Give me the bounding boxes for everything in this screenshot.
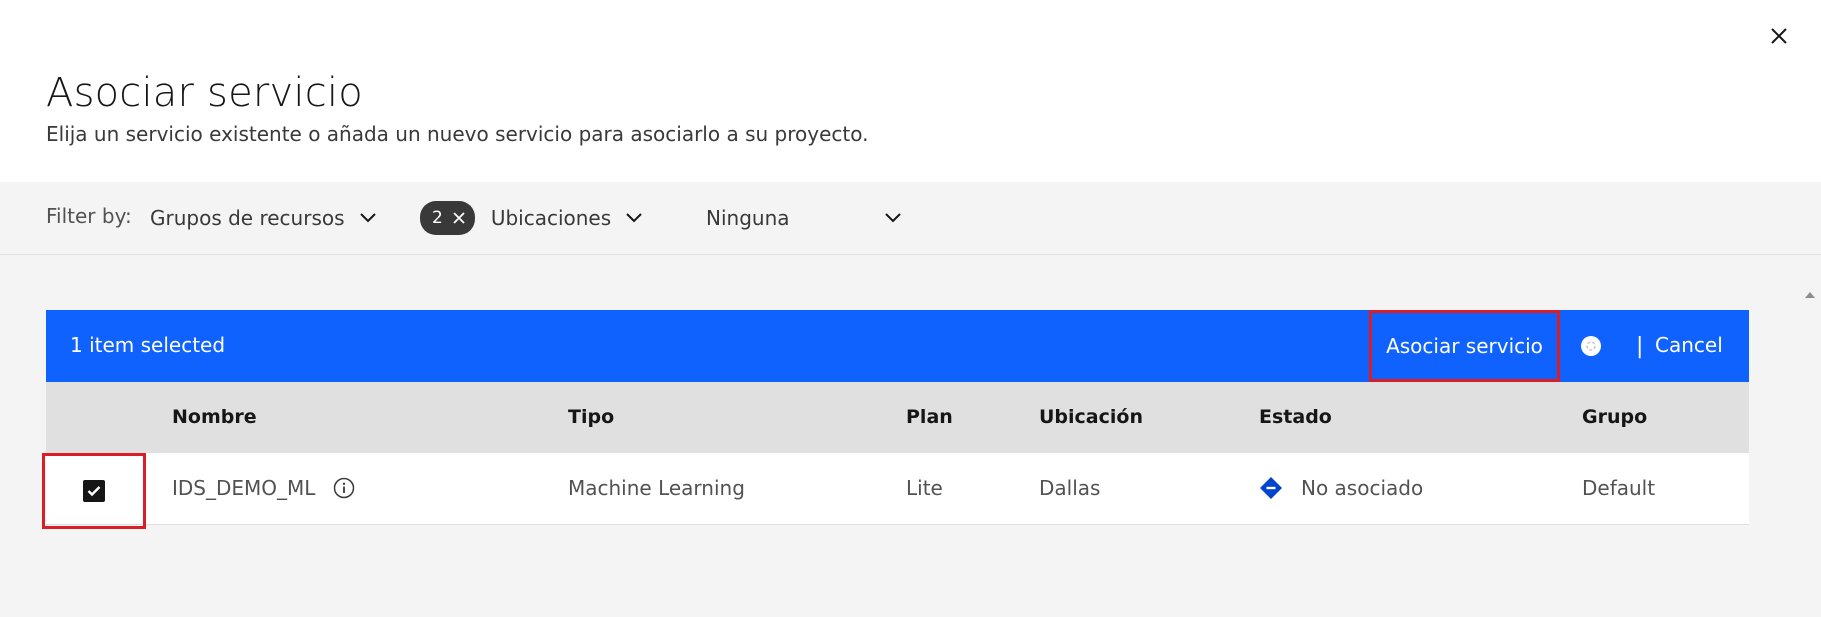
loading-icon [1581,336,1601,356]
checkbox-checked-icon [83,480,105,502]
row-select-checkbox[interactable] [42,453,146,529]
service-name: IDS_DEMO_ML [172,476,316,500]
chevron-down-icon [625,212,643,224]
dialog-title: Asociar servicio [46,70,363,116]
resource-groups-dropdown[interactable]: Grupos de recursos [150,196,377,240]
filter-bar: Filter by: Grupos de recursos 2 Ubicacio… [0,182,1821,255]
batch-separator: | [1636,334,1644,359]
none-dropdown[interactable]: Ninguna [706,196,902,240]
none-label: Ninguna [706,206,790,230]
filter-label: Filter by: [46,204,132,228]
chevron-down-icon [359,212,377,224]
cell-location: Dallas [1039,476,1101,500]
associate-service-button[interactable]: Asociar servicio [1369,310,1560,382]
close-icon [1771,28,1787,44]
cell-type: Machine Learning [568,476,745,500]
cell-plan: Lite [906,476,943,500]
column-header-plan: Plan [906,406,953,428]
batch-summary: 1 item selected [70,333,226,357]
cancel-button[interactable]: Cancel [1655,333,1723,357]
scroll-up-arrow-icon[interactable] [1803,288,1817,302]
dialog-subtitle: Elija un servicio existente o añada un n… [46,122,869,146]
locations-dropdown[interactable]: 2 Ubicaciones [420,196,643,240]
status-not-associated-icon [1259,476,1283,500]
selection-count-tag[interactable]: 2 [420,201,475,235]
batch-action-bar: 1 item selected Asociar servicio | Cance… [46,310,1749,382]
column-header-group: Grupo [1582,406,1648,428]
table-row[interactable]: IDS_DEMO_ML Machine Learning Lite Dallas… [42,453,1749,529]
selection-count: 2 [432,208,443,228]
chevron-down-icon [884,212,902,224]
column-header-location: Ubicación [1039,406,1143,428]
column-header-name: Nombre [172,406,257,428]
locations-label: Ubicaciones [490,206,612,230]
cell-status: No asociado [1259,476,1423,500]
cell-group: Default [1582,476,1656,500]
close-button[interactable] [1765,22,1793,50]
table-header: Nombre Tipo Plan Ubicación Estado Grupo [46,382,1749,453]
services-table: 1 item selected Asociar servicio | Cance… [42,310,1749,529]
cell-name: IDS_DEMO_ML [172,476,355,500]
clear-selection-icon[interactable] [453,212,465,224]
info-icon[interactable] [333,477,355,499]
dialog-header: Asociar servicio Elija un servicio exist… [0,0,1821,182]
column-header-type: Tipo [568,406,615,428]
column-header-status: Estado [1259,406,1332,428]
resource-groups-label: Grupos de recursos [150,206,345,230]
status-text: No asociado [1301,476,1424,500]
